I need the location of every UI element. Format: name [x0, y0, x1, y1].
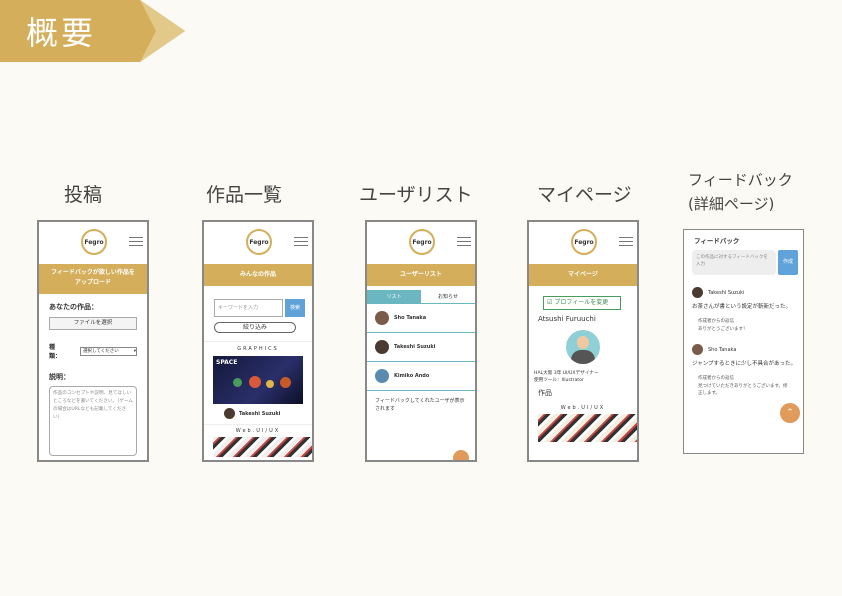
menu-icon[interactable]	[457, 237, 471, 246]
work-label: あなたの作品：	[49, 303, 98, 311]
screen-title-feedback: フィードバック (詳細ページ)	[688, 168, 793, 216]
section-banner: 概要	[0, 0, 185, 62]
phone-post: Fegro フィードバックが欲しい作品を アップロード あなたの作品： ファイル…	[37, 220, 149, 462]
reply-text: ありがとうございます！	[698, 327, 748, 332]
bio-line: 使用ツール：Illustrator	[534, 378, 584, 383]
screen-title-list: 作品一覧	[206, 184, 283, 206]
section-web-ui: Web.UI/UX	[560, 405, 606, 411]
title-line2: (詳細ページ)	[688, 195, 775, 213]
reply-text: 見つけていただきありがとうございます。修正します。	[698, 384, 788, 396]
section-heading: 概要	[26, 14, 97, 52]
reply-label: 作成者からの返信	[698, 376, 734, 381]
user-name: Sho Tanaka	[394, 315, 427, 321]
post-user[interactable]: Takeshi Suzuki	[708, 290, 744, 296]
file-button[interactable]: ファイルを選択	[49, 317, 137, 330]
menu-icon[interactable]	[129, 237, 143, 246]
description-textarea[interactable]: 作品のコンセプトや説明、見てほしいところなどを書いてください。（ゲームの場合はU…	[49, 386, 137, 456]
search-button[interactable]: 検索	[285, 299, 305, 317]
tab-notice[interactable]: お知らせ	[421, 290, 475, 303]
avatar-body	[571, 350, 595, 364]
chevron-down-icon: ▾	[133, 348, 136, 354]
phone-mypage: Fegro マイページ ☑ プロフィールを変更 Atsushi Furuuchi…	[527, 220, 639, 462]
user-display-name: Atsushi Furuuchi	[538, 315, 596, 323]
work-card-image[interactable]: SPACE	[213, 356, 303, 404]
section-graphics: GRAPHICS	[204, 341, 312, 352]
screen-title-post: 投稿	[64, 184, 103, 206]
bio-line: HAL大阪 3年 UI/UXデザイナー	[534, 371, 599, 376]
edit-profile-label: プロフィールを変更	[554, 299, 609, 306]
title-line1: フィードバック	[688, 171, 793, 189]
user-name: Kimiko Ando	[394, 373, 430, 379]
menu-icon[interactable]	[294, 237, 308, 246]
phone-header: Fegro	[529, 222, 637, 264]
page-title-bar: マイページ	[529, 264, 637, 286]
user-list-item[interactable]: Takeshi Suzuki	[367, 333, 475, 362]
chevron-up-icon: ⌃	[786, 408, 794, 418]
screen-title-users: ユーザリスト	[359, 184, 473, 206]
tab-list[interactable]: リスト	[367, 290, 421, 303]
page-title-bar: みんなの作品	[204, 264, 312, 286]
profile-avatar	[566, 330, 600, 364]
scroll-top-button[interactable]: ⌃	[780, 403, 800, 423]
phone-header: Fegro	[204, 222, 312, 264]
post-text: ジャンプするときに少し不具合があった。	[692, 361, 797, 367]
phone-user-list: Fegro ユーザーリスト リスト お知らせ Sho Tanaka Takesh…	[365, 220, 477, 462]
user-list-item[interactable]: Sho Tanaka	[367, 304, 475, 333]
avatar[interactable]	[692, 344, 703, 355]
edit-profile-button[interactable]: ☑ プロフィールを変更	[543, 296, 621, 310]
planet-graphic	[249, 376, 261, 388]
search-input[interactable]: キーワードを入力	[214, 299, 283, 317]
profile-bio: HAL大阪 3年 UI/UXデザイナー 使用ツール：Illustrator	[534, 370, 637, 384]
phone-header: Fegro	[367, 222, 475, 264]
avatar	[375, 340, 389, 354]
desc-label: 説明：	[49, 373, 70, 381]
planet-graphic	[266, 380, 274, 388]
works-label: 作品	[538, 389, 552, 397]
user-list-item[interactable]: Kimiko Ando	[367, 362, 475, 391]
feedback-post: Takeshi Suzuki お茶さんが書という設定が斬新だった。 作成者からの…	[692, 287, 803, 332]
planet-graphic	[233, 378, 242, 387]
phone-feedback-detail: フィードバック この作品に対するフィードバックを入力 作成 Takeshi Su…	[683, 229, 804, 454]
filter-button[interactable]: 絞り込み	[214, 322, 296, 333]
avatar	[375, 369, 389, 383]
type-select[interactable]: 選択してください ▾	[80, 346, 137, 356]
reply-label: 作成者からの返信	[698, 319, 734, 324]
edit-icon: ☑	[547, 299, 553, 306]
avatar	[375, 311, 389, 325]
feedback-post: Sho Tanaka ジャンプするときに少し不具合があった。 作成者からの返信 …	[692, 344, 803, 397]
menu-icon[interactable]	[619, 237, 633, 246]
logo[interactable]: Fegro	[571, 229, 597, 255]
section-web-ui: Web.UI/UX	[204, 424, 312, 434]
send-feedback-button[interactable]: 作成	[778, 250, 798, 275]
scroll-top-button[interactable]	[453, 450, 469, 460]
avatar-face	[577, 336, 589, 349]
card-user[interactable]: Takeshi Suzuki	[239, 411, 280, 417]
user-name: Takeshi Suzuki	[394, 344, 436, 350]
post-text: お茶さんが書という設定が斬新だった。	[692, 304, 792, 310]
logo[interactable]: Fegro	[246, 229, 272, 255]
page-title-bar: フィードバックが欲しい作品を アップロード	[39, 264, 147, 294]
page-title-bar: ユーザーリスト	[367, 264, 475, 286]
avatar[interactable]	[692, 287, 703, 298]
work-card-image[interactable]	[213, 437, 312, 457]
post-user[interactable]: Sho Tanaka	[708, 347, 736, 353]
screen-title-mypage: マイページ	[537, 184, 632, 206]
feedback-title: フィードバック	[694, 237, 740, 245]
planet-graphic	[280, 377, 291, 388]
type-select-value: 選択してください	[83, 348, 119, 354]
logo[interactable]: Fegro	[409, 229, 435, 255]
feedback-users-note: フィードバックしてくれたユーザが表示されます	[375, 398, 465, 412]
type-label: 種類：	[49, 344, 62, 360]
card-title: SPACE	[216, 359, 238, 366]
feedback-input[interactable]: この作品に対するフィードバックを入力	[692, 250, 776, 275]
phone-header: Fegro	[39, 222, 147, 264]
work-card-image[interactable]	[538, 414, 637, 442]
avatar[interactable]	[224, 408, 235, 419]
phone-works-list: Fegro みんなの作品 キーワードを入力 検索 絞り込み GRAPHICS S…	[202, 220, 314, 462]
logo[interactable]: Fegro	[81, 229, 107, 255]
